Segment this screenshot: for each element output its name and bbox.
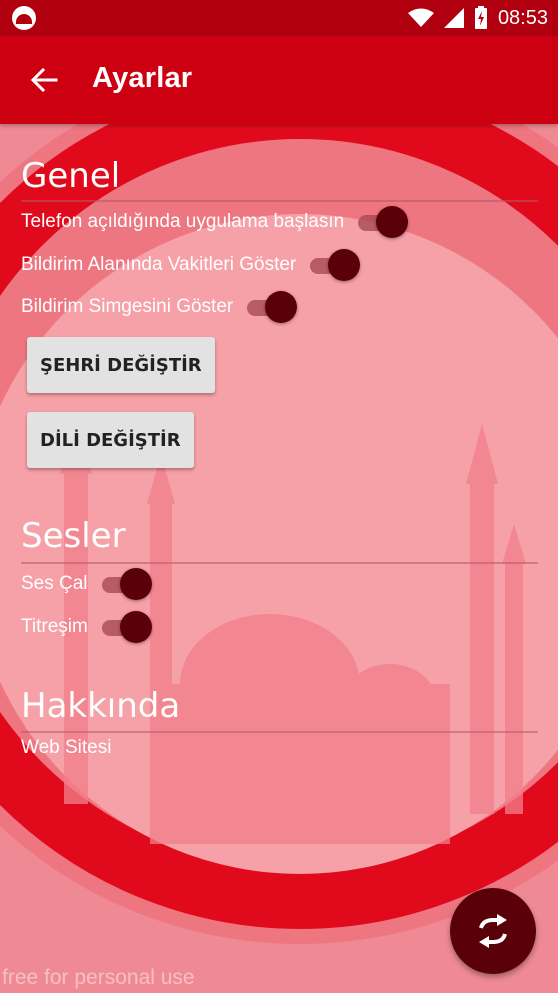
sync-icon <box>479 914 507 948</box>
setting-vibration[interactable]: Titreşim <box>21 609 152 645</box>
sync-fab-button[interactable] <box>450 888 536 974</box>
page-title: Ayarlar <box>92 62 193 94</box>
start-on-boot-switch[interactable] <box>352 204 409 240</box>
status-bar: 08:53 <box>0 0 558 36</box>
setting-label: Titreşim <box>21 616 88 637</box>
show-notification-icon-switch[interactable] <box>241 289 298 325</box>
wifi-icon <box>407 8 434 27</box>
setting-label: Bildirim Alanında Vakitleri Göster <box>21 254 297 275</box>
vibration-switch[interactable] <box>96 609 152 645</box>
setting-show-notification-icon[interactable]: Bildirim Simgesini Göster <box>21 289 298 325</box>
divider <box>21 562 538 564</box>
setting-start-on-boot[interactable]: Telefon açıldığında uygulama başlasın <box>21 204 409 240</box>
status-time: 08:53 <box>497 6 548 29</box>
watermark-text: free for personal use <box>2 966 195 989</box>
app-logo-icon <box>12 6 36 30</box>
settings-content: Genel Telefon açıldığında uygulama başla… <box>0 124 558 993</box>
change-language-button[interactable]: DİLİ DEĞİŞTİR <box>27 412 194 468</box>
app-toolbar: Ayarlar <box>0 36 558 124</box>
battery-charging-icon <box>474 6 487 29</box>
change-city-button[interactable]: ŞEHRİ DEĞİŞTİR <box>27 337 215 393</box>
arrow-left-icon <box>30 68 58 92</box>
play-sound-switch[interactable] <box>96 566 152 602</box>
cell-signal-icon <box>443 8 464 28</box>
section-title-about: Hakkında <box>21 686 181 726</box>
section-title-general: Genel <box>21 156 121 196</box>
setting-label: Bildirim Simgesini Göster <box>21 296 234 317</box>
status-right: 08:53 <box>407 0 548 36</box>
website-link[interactable]: Web Sitesi <box>21 737 111 759</box>
setting-show-times-notification[interactable]: Bildirim Alanında Vakitleri Göster <box>21 247 361 283</box>
show-times-notification-switch[interactable] <box>304 247 361 283</box>
back-button[interactable] <box>24 58 64 102</box>
divider <box>21 731 538 733</box>
setting-label: Ses Çal <box>21 573 88 594</box>
divider <box>21 200 538 202</box>
section-title-sounds: Sesler <box>21 516 126 556</box>
setting-play-sound[interactable]: Ses Çal <box>21 566 152 602</box>
setting-label: Telefon açıldığında uygulama başlasın <box>21 211 345 232</box>
